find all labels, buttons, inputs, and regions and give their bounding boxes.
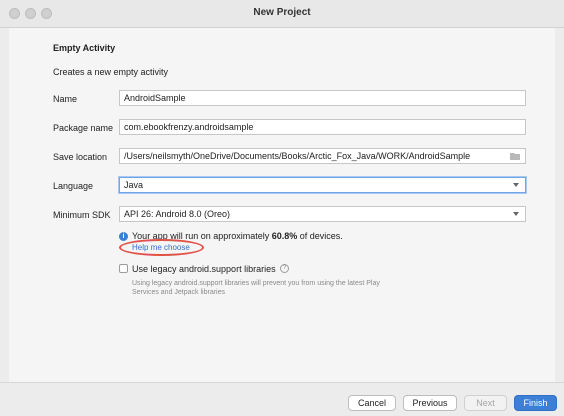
save-location-field[interactable]: /Users/neilsmyth/OneDrive/Documents/Book…: [119, 148, 526, 164]
previous-button[interactable]: Previous: [403, 395, 457, 411]
legacy-support-label[interactable]: Use legacy android.support libraries: [132, 264, 276, 274]
language-label: Language: [53, 181, 94, 191]
minimum-sdk-value: API 26: Android 8.0 (Oreo): [124, 209, 231, 219]
activity-description: Creates a new empty activity: [53, 67, 169, 77]
language-select[interactable]: Java: [119, 177, 526, 193]
minimum-sdk-label: Minimum SDK: [53, 210, 111, 220]
help-link-highlight: [119, 239, 204, 256]
question-icon[interactable]: ?: [280, 264, 289, 273]
next-button[interactable]: Next: [464, 395, 507, 411]
sdk-coverage-suffix: of devices.: [297, 231, 343, 241]
legacy-support-checkbox[interactable]: [119, 264, 128, 273]
info-icon: i: [119, 232, 128, 241]
package-name-label: Package name: [53, 123, 114, 133]
finish-button[interactable]: Finish: [514, 395, 557, 411]
sdk-coverage-percent: 60.8%: [271, 231, 298, 241]
chevron-down-icon: [513, 212, 519, 216]
save-location-value: /Users/neilsmyth/OneDrive/Documents/Book…: [124, 151, 471, 161]
chevron-down-icon: [513, 183, 519, 187]
activity-heading: Empty Activity: [53, 43, 116, 53]
dialog-footer: Cancel Previous Next Finish: [0, 382, 564, 416]
name-field[interactable]: AndroidSample: [119, 90, 526, 106]
save-location-label: Save location: [53, 152, 108, 162]
package-name-field[interactable]: com.ebookfrenzy.androidsample: [119, 119, 526, 135]
dialog-content: Empty Activity Creates a new empty activ…: [9, 28, 555, 382]
cancel-button[interactable]: Cancel: [348, 395, 396, 411]
window-title: New Project: [253, 7, 311, 18]
name-label: Name: [53, 94, 78, 104]
language-value: Java: [124, 180, 144, 190]
window-titlebar: New Project: [0, 0, 564, 28]
legacy-support-hint: Using legacy android.support libraries w…: [132, 280, 380, 296]
minimum-sdk-select[interactable]: API 26: Android 8.0 (Oreo): [119, 206, 526, 222]
folder-icon[interactable]: [510, 152, 520, 160]
